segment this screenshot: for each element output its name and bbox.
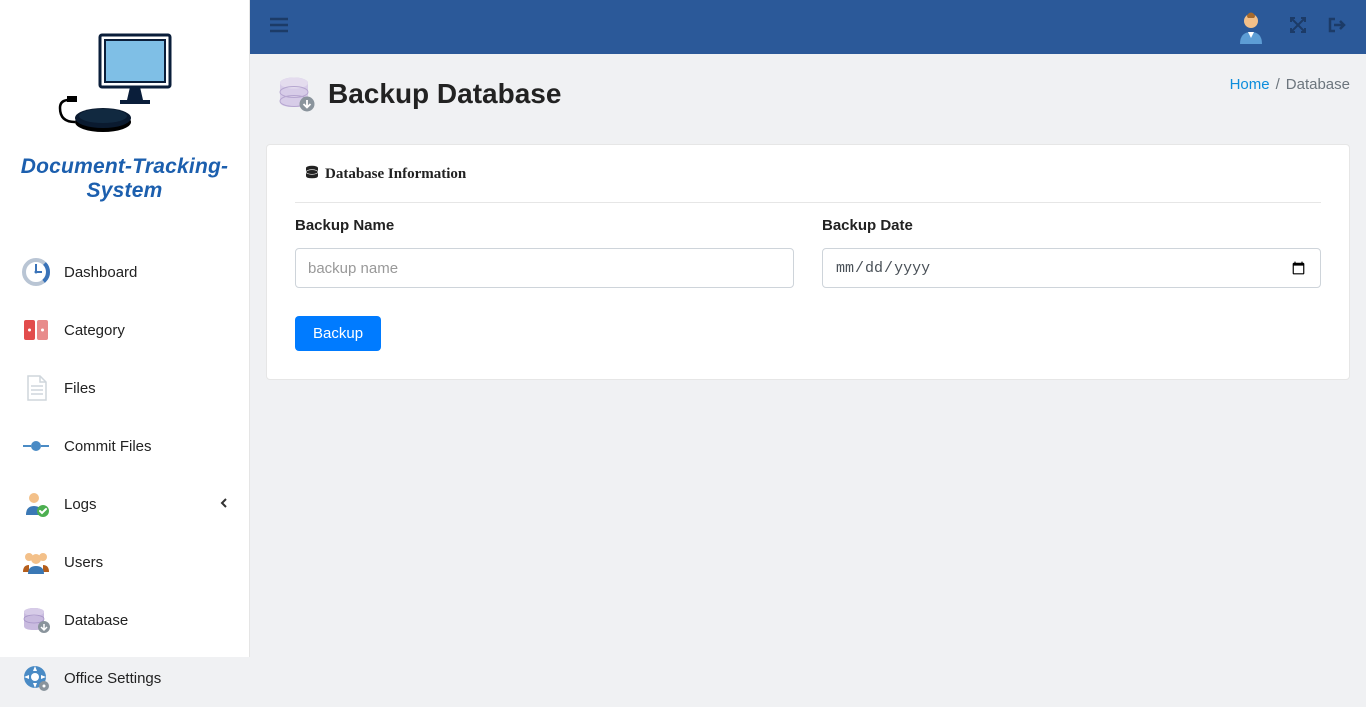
sidebar-item-office-settings[interactable]: Office Settings <box>0 649 249 707</box>
sidebar: Document-Tracking-System Dashboard <box>0 0 250 657</box>
topbar <box>250 0 1366 54</box>
sidebar-item-label: Office Settings <box>64 670 161 687</box>
nav: Dashboard Category <box>0 243 249 707</box>
sidebar-item-label: Files <box>64 380 96 397</box>
clock-icon <box>20 256 52 288</box>
database-icon <box>305 165 319 184</box>
sidebar-item-files[interactable]: Files <box>0 359 249 417</box>
breadcrumb-current: Database <box>1286 76 1350 93</box>
sidebar-item-commit-files[interactable]: Commit Files <box>0 417 249 475</box>
file-icon <box>20 372 52 404</box>
sidebar-item-label: Users <box>64 554 103 571</box>
breadcrumb: Home / Database <box>1230 76 1350 93</box>
breadcrumb-home[interactable]: Home <box>1230 76 1270 93</box>
breadcrumb-separator: / <box>1276 76 1280 93</box>
divider <box>295 202 1321 203</box>
card-title-text: Database Information <box>325 166 466 183</box>
logout-icon[interactable] <box>1328 17 1346 38</box>
brand: Document-Tracking-System <box>0 0 249 223</box>
commit-icon <box>20 430 52 462</box>
page-title: Backup Database <box>328 78 561 110</box>
users-icon <box>20 546 52 578</box>
backup-date-input[interactable] <box>822 248 1321 288</box>
backup-name-input[interactable] <box>295 248 794 288</box>
user-check-icon <box>20 488 52 520</box>
chevron-left-icon <box>219 497 229 511</box>
backup-name-label: Backup Name <box>295 217 794 234</box>
sidebar-item-label: Logs <box>64 496 97 513</box>
page-header: Backup Database Home / Database <box>266 74 1350 114</box>
backup-button[interactable]: Backup <box>295 316 381 351</box>
sidebar-item-label: Dashboard <box>64 264 137 281</box>
brand-logo <box>10 30 239 145</box>
sidebar-item-label: Database <box>64 612 128 629</box>
sidebar-item-label: Commit Files <box>64 438 152 455</box>
sidebar-item-dashboard[interactable]: Dashboard <box>0 243 249 301</box>
tags-icon <box>20 314 52 346</box>
user-avatar[interactable] <box>1234 10 1268 44</box>
sidebar-item-database[interactable]: Database <box>0 591 249 649</box>
card: Database Information Backup Name Backup … <box>266 144 1350 380</box>
content: Backup Database Home / Database Database… <box>250 54 1366 400</box>
sidebar-item-logs[interactable]: Logs <box>0 475 249 533</box>
fullscreen-icon[interactable] <box>1290 17 1306 38</box>
backup-date-label: Backup Date <box>822 217 1321 234</box>
menu-toggle-icon[interactable] <box>270 17 288 38</box>
sidebar-item-label: Category <box>64 322 125 339</box>
database-download-icon <box>20 604 52 636</box>
database-download-icon <box>276 74 316 114</box>
sidebar-item-category[interactable]: Category <box>0 301 249 359</box>
sidebar-item-users[interactable]: Users <box>0 533 249 591</box>
card-title: Database Information <box>295 165 1321 184</box>
settings-icon <box>20 662 52 694</box>
brand-title: Document-Tracking-System <box>10 155 239 203</box>
main: Backup Database Home / Database Database… <box>250 0 1366 657</box>
